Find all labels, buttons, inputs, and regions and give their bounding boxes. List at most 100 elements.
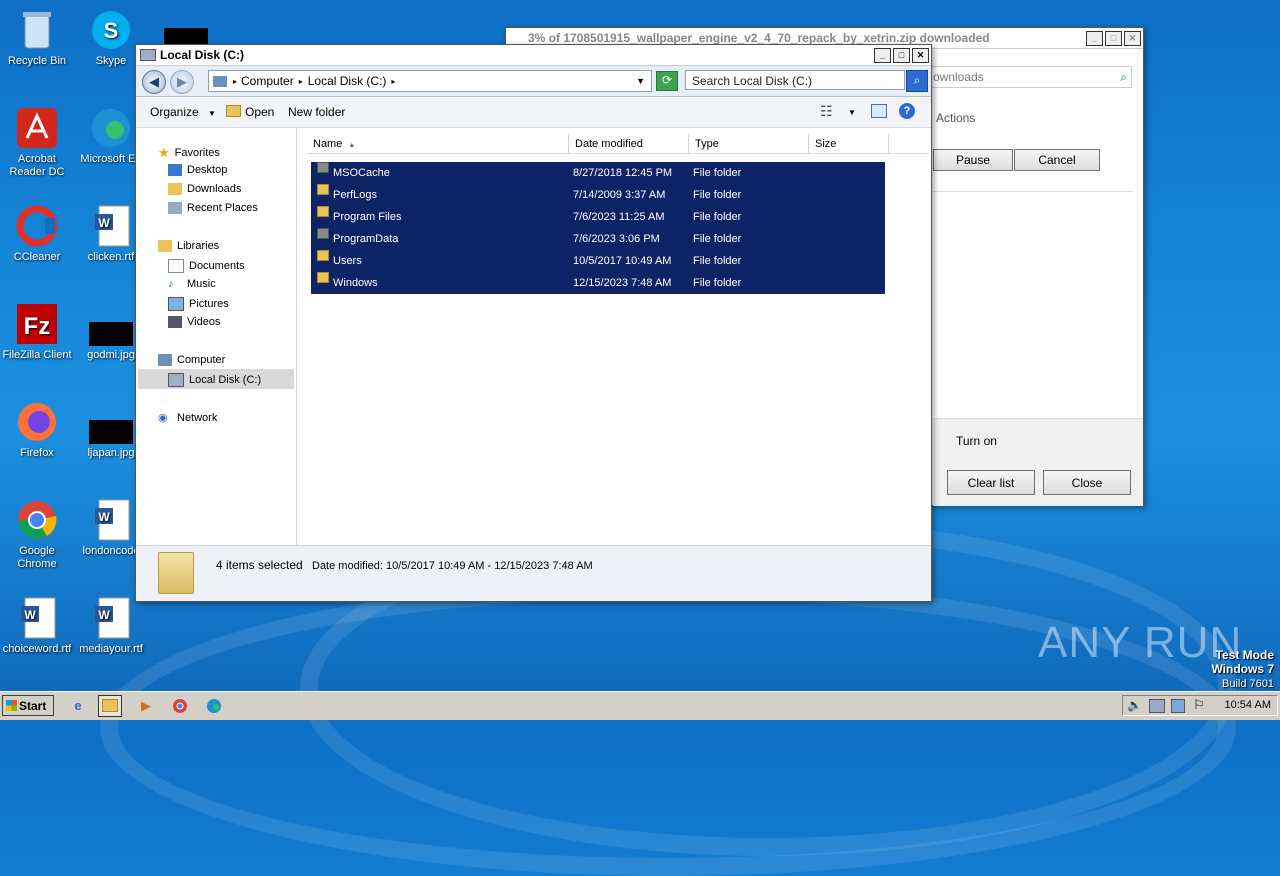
column-header-type[interactable]: Type — [689, 134, 809, 154]
organize-label: Organize — [150, 105, 199, 119]
forward-button[interactable]: ▶ — [170, 70, 194, 94]
minimize-button[interactable]: _ — [1086, 30, 1103, 46]
table-row[interactable]: PerfLogs 7/14/2009 3:37 AM File folder — [311, 184, 885, 206]
breadcrumb-computer[interactable]: Computer — [241, 74, 294, 88]
address-input[interactable]: ▸ Computer ▸ Local Disk (C:) ▸ ▼ — [208, 70, 652, 92]
close-button[interactable]: ✕ — [1124, 30, 1141, 46]
desktop-icon-choiceword-rtf[interactable]: W choiceword.rtf — [0, 596, 74, 656]
breadcrumb-local-disk[interactable]: Local Disk (C:) — [308, 74, 387, 88]
folder-icon — [317, 206, 329, 217]
desktop-icon-label: Google Chrome — [17, 545, 57, 570]
navigation-pane: ★ Favorites Desktop Downloads Recent Plac… — [136, 128, 297, 545]
turn-on-link[interactable]: Turn on — [956, 434, 997, 448]
nav-downloads[interactable]: Downloads — [168, 183, 241, 195]
nav-desktop[interactable]: Desktop — [168, 164, 227, 176]
media-player-icon[interactable]: ▶ — [134, 695, 158, 717]
word-doc-icon: W — [15, 596, 59, 640]
file-name: ProgramData — [333, 233, 399, 245]
nav-music[interactable]: ♪ Music — [168, 278, 216, 290]
view-options-icon[interactable]: ☷ — [820, 103, 833, 120]
nav-favorites[interactable]: ★ Favorites — [158, 145, 220, 161]
nav-label: Music — [187, 278, 216, 290]
back-button[interactable]: ◀ — [142, 70, 166, 94]
clear-list-button[interactable]: Clear list — [947, 470, 1035, 495]
nav-recent-places[interactable]: Recent Places — [168, 202, 258, 214]
cancel-button[interactable]: Cancel — [1014, 149, 1100, 171]
refresh-button[interactable]: ⟳ — [656, 71, 678, 91]
breadcrumb-separator: ▸ — [391, 76, 396, 86]
desktop-icon-label: CCleaner — [13, 251, 61, 263]
chrome-icon[interactable] — [168, 695, 192, 717]
close-downloads-button[interactable]: Close — [1043, 470, 1131, 495]
desktop-icon-firefox[interactable]: Firefox — [0, 400, 74, 460]
nav-network[interactable]: ◉ Network — [158, 411, 218, 425]
file-type: File folder — [693, 277, 742, 289]
file-name: Windows — [333, 277, 378, 289]
organize-button[interactable]: Organize ▼ — [150, 105, 216, 119]
desktop-icon-recycle-bin[interactable]: Recycle Bin — [0, 8, 74, 68]
table-row[interactable]: Windows 12/15/2023 7:48 AM File folder — [311, 272, 885, 294]
open-button[interactable]: Open — [226, 105, 274, 119]
desktop-icon-acrobat[interactable]: Acrobat Reader DC — [0, 106, 74, 179]
downloads-search-input[interactable]: ownloads ⌕ — [930, 66, 1132, 88]
table-row[interactable]: ProgramData 7/6/2023 3:06 PM File folder — [311, 228, 885, 250]
clock[interactable]: 10:54 AM — [1225, 699, 1271, 711]
table-row[interactable]: Program Files 7/6/2023 11:25 AM File folde… — [311, 206, 885, 228]
file-type: File folder — [693, 211, 742, 223]
start-label: Start — [19, 699, 47, 713]
display-tray-icon[interactable] — [1171, 699, 1185, 713]
explorer-titlebar[interactable]: Local Disk (C:) _ □ ✕ — [136, 45, 931, 66]
nav-local-disk[interactable]: Local Disk (C:) — [168, 373, 261, 387]
desktop-icon-label: Recycle Bin — [7, 55, 67, 67]
address-bar-area: ◀ ▶ ▸ Computer ▸ Local Disk (C:) ▸ ▼ ⟳ S… — [136, 66, 931, 97]
chevron-down-icon[interactable]: ▼ — [848, 108, 856, 117]
new-folder-button[interactable]: New folder — [288, 105, 345, 119]
folder-icon — [317, 184, 329, 195]
nav-libraries[interactable]: Libraries — [158, 240, 219, 252]
search-input[interactable]: Search Local Disk (C:) — [685, 70, 905, 90]
preview-pane-icon[interactable] — [871, 104, 887, 118]
pause-button[interactable]: Pause — [933, 149, 1013, 171]
explorer-window[interactable]: Local Disk (C:) _ □ ✕ ◀ ▶ ▸ Computer ▸ L… — [135, 44, 932, 602]
nav-label: Desktop — [187, 164, 228, 176]
desktop-icon-ccleaner[interactable]: CCleaner — [0, 204, 74, 264]
column-header-name[interactable]: Name ▲ — [307, 134, 569, 154]
minimize-button[interactable]: _ — [874, 47, 891, 63]
column-header-date[interactable]: Date modified — [569, 134, 689, 154]
start-button[interactable]: Start — [2, 695, 54, 716]
svg-text:W: W — [24, 608, 36, 622]
table-row[interactable]: Users 10/5/2017 10:49 AM File folder — [311, 250, 885, 272]
help-icon[interactable]: ? — [899, 103, 915, 119]
explorer-taskbar-icon[interactable] — [98, 695, 122, 717]
maximize-button[interactable]: □ — [1105, 30, 1122, 46]
network-tray-icon[interactable] — [1149, 699, 1165, 713]
address-dropdown-icon[interactable]: ▼ — [636, 76, 645, 86]
desktop-icon-mediayour-rtf[interactable]: W mediayour.rtf — [74, 596, 148, 656]
edge-icon[interactable] — [202, 695, 226, 717]
desktop-icon-chrome[interactable]: Google Chrome — [0, 498, 74, 571]
nav-videos[interactable]: Videos — [168, 316, 220, 328]
desktop-icon-label: Firefox — [20, 447, 54, 459]
redacted-desktop-icon — [164, 28, 208, 44]
test-mode-line2: Windows 7 — [1211, 662, 1274, 676]
internet-explorer-icon[interactable]: e — [66, 695, 90, 717]
breadcrumb-separator: ▸ — [298, 76, 303, 86]
nav-computer[interactable]: Computer — [158, 354, 225, 366]
column-header-size[interactable]: Size — [809, 134, 889, 154]
close-button[interactable]: ✕ — [912, 47, 929, 63]
desktop-icon-label: FileZilla Client — [2, 349, 72, 361]
open-label: Open — [245, 105, 275, 119]
nav-label: Network — [177, 411, 218, 424]
actions-label: Actions — [936, 111, 976, 125]
search-icon[interactable]: ⌕ — [906, 70, 928, 92]
flag-icon[interactable]: ⚐ — [1193, 697, 1205, 713]
nav-pictures[interactable]: Pictures — [168, 297, 229, 311]
volume-icon[interactable]: 🔈 — [1127, 698, 1142, 712]
maximize-button[interactable]: □ — [893, 47, 910, 63]
table-row[interactable]: MSOCache 8/27/2018 12:45 PM File folder — [311, 162, 885, 184]
redacted-thumbnail — [89, 420, 133, 444]
firefox-icon — [15, 400, 59, 444]
desktop-icon-filezilla[interactable]: Fz FileZilla Client — [0, 302, 74, 362]
nav-label: Local Disk (C:) — [189, 374, 262, 386]
nav-documents[interactable]: Documents — [168, 259, 245, 273]
